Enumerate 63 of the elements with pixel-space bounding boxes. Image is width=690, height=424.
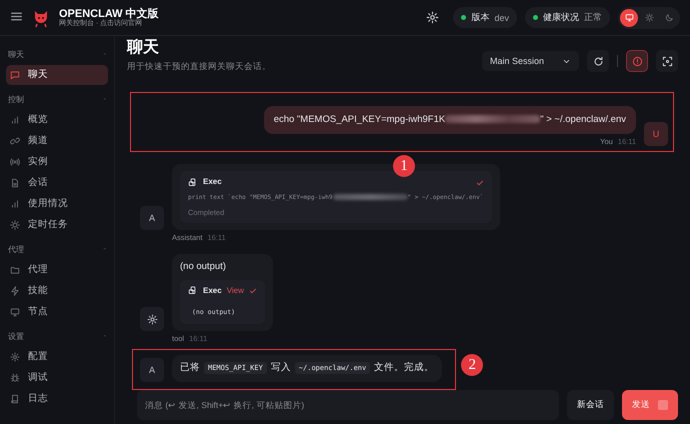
bar-chart-icon [10,114,20,124]
chat-bubble-icon [10,70,20,80]
focus-icon [662,56,672,66]
nav-item[interactable]: 日志 [6,388,108,408]
menu-icon [10,10,23,22]
tool-name: Exec [203,177,222,188]
folder-icon [10,264,20,274]
gear-icon [146,314,158,325]
nav-item[interactable]: 技能 [6,280,108,300]
tool-icon [188,286,198,296]
monitor-icon [624,13,634,22]
nav-item[interactable]: 聊天 [6,64,108,84]
nav-item[interactable]: 频道 [6,130,108,150]
bug-icon [10,372,20,382]
monitor-icon [10,306,20,316]
refresh-icon [592,56,604,66]
nav-item[interactable]: 节点 [6,302,108,322]
focus-button[interactable] [656,50,678,72]
view-link[interactable]: View [226,286,244,296]
document-icon [10,178,20,188]
page-title: 聊天 [127,38,160,58]
lightning-icon [10,286,20,296]
settings-icon [426,11,440,24]
book-icon [10,394,20,404]
callout-badge: 2 [461,354,484,376]
theme-option[interactable] [620,8,638,26]
section-heading: 设置 [8,331,24,342]
link-icon [10,136,20,146]
nav-item[interactable]: 使用情况 [6,194,108,214]
nav-item[interactable]: 配置 [6,346,108,366]
section-heading: 控制 [8,94,24,105]
page-subtitle: 用于快速干预的直接网关聊天会话。 [127,61,271,73]
tool-name: Exec [203,286,222,296]
refresh-button[interactable] [587,50,609,72]
callout-badge: 1 [393,155,415,178]
section-heading: 代理 [8,244,24,255]
moon-icon [664,13,674,22]
nav-item[interactable]: 实例 [6,152,108,172]
message-text: (no output) [180,261,227,274]
nav-item[interactable]: 调试 [6,368,108,388]
message-bubble: echo "MEMOS_API_KEY=mpg-iwh9F1K " > ~/.openclaw/.env [264,106,636,134]
nav-item[interactable]: 定时任务 [6,214,108,234]
broadcast-icon [10,156,20,166]
sun-icon [10,220,20,230]
status-pill: 健康状况 正常 [525,7,610,28]
message-input[interactable]: 消息 (↩ 发送, Shift+↩ 换行, 可粘贴图片) [137,390,559,420]
avatar: U [644,122,668,146]
avatar: A [140,358,164,382]
app-title: OPENCLAW 中文版 [59,8,159,20]
alert-circle-icon [632,56,642,66]
nav-item[interactable]: 会话 [6,172,108,192]
session-select[interactable]: Main Session [482,51,579,71]
new-session-button[interactable]: 新会话 [567,390,614,420]
thinking-toggle-button[interactable] [626,50,648,72]
avatar: A [140,206,164,230]
status-pill: 版本 dev [453,7,517,28]
sun-icon [644,13,654,22]
tool-icon [188,178,198,188]
section-heading: 聊天 [8,49,24,60]
bar-chart-icon [10,198,20,208]
gear-icon [10,352,20,362]
nav-item[interactable]: 代理 [6,260,108,280]
nav-item[interactable]: 概览 [6,110,108,130]
